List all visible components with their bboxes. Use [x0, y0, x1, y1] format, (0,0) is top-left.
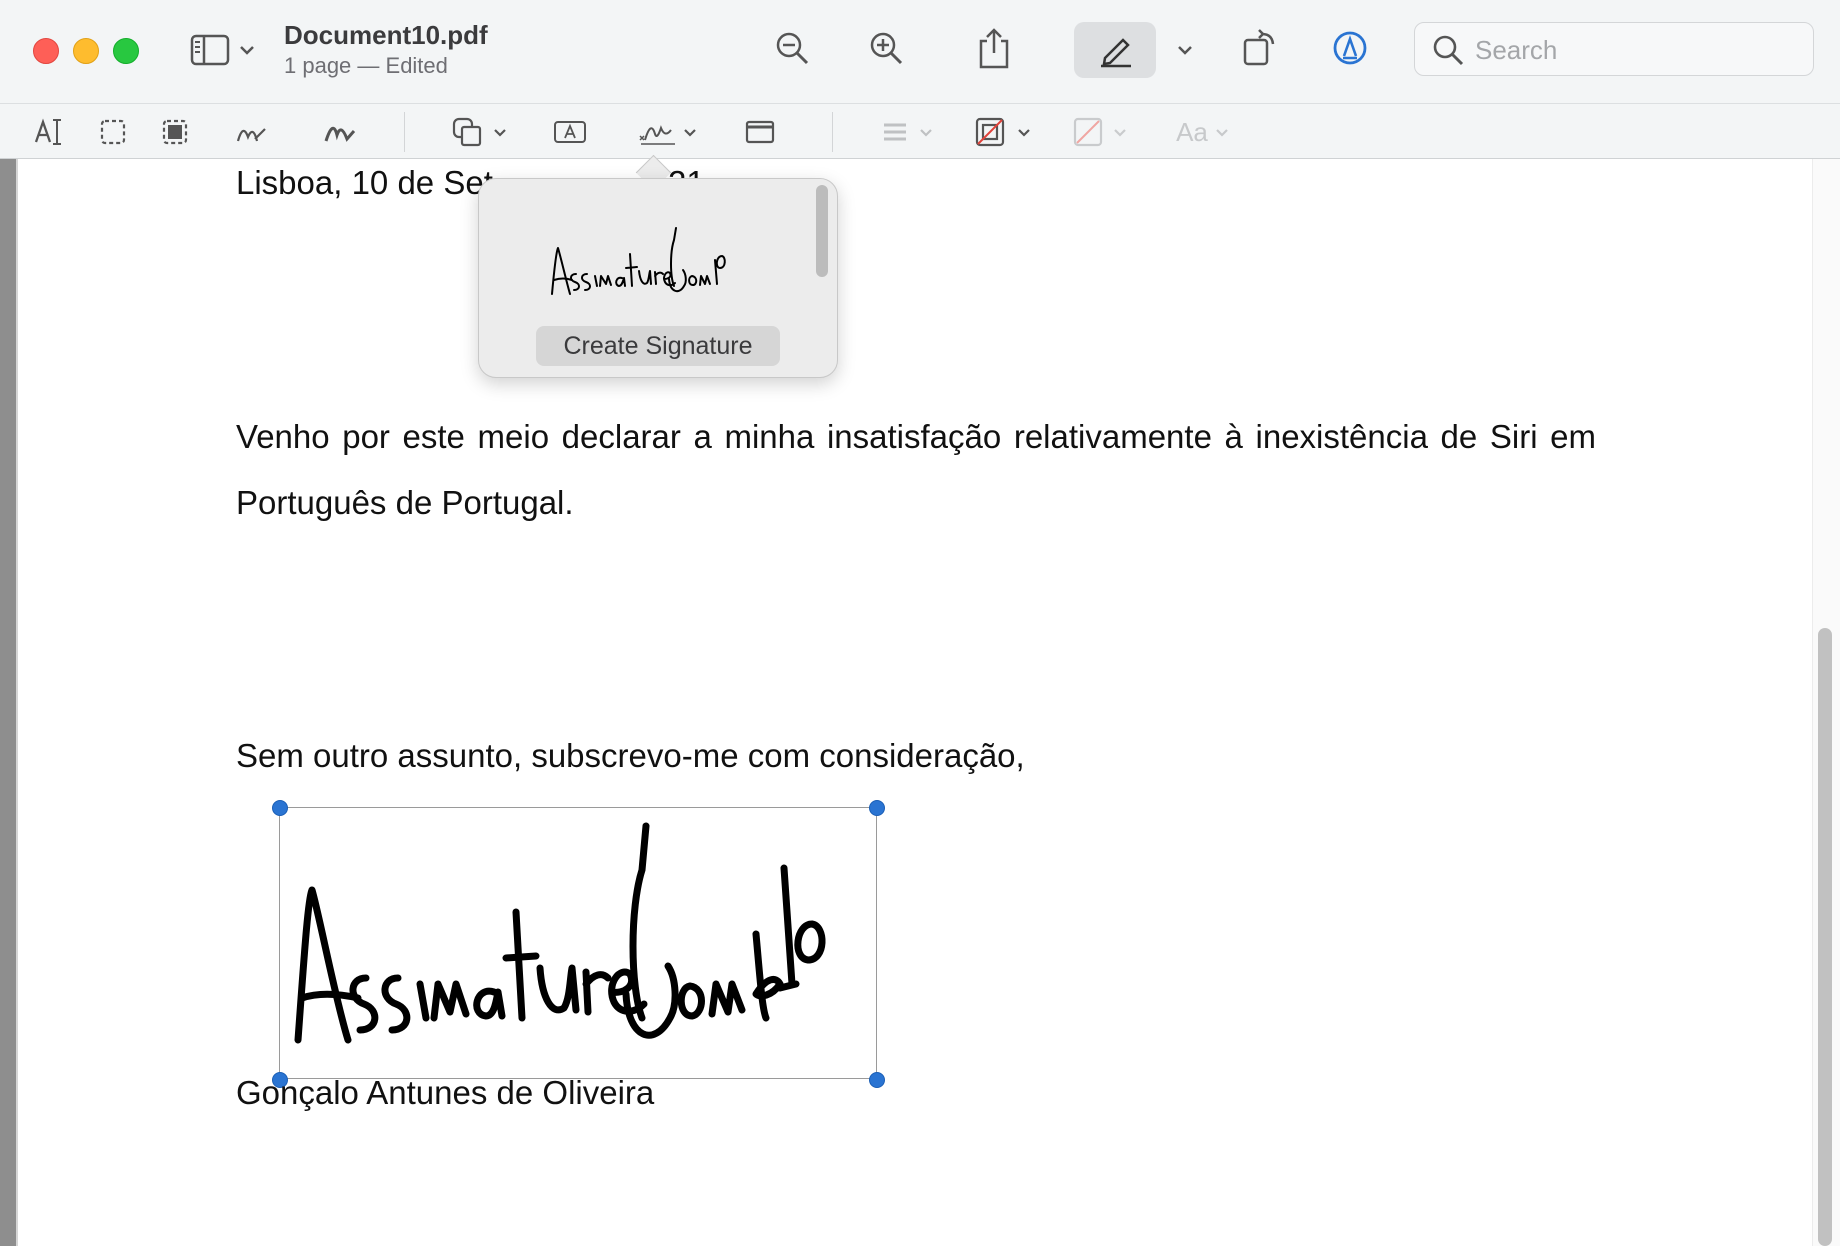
chevron-down-icon[interactable]	[236, 40, 258, 60]
markup-pen-icon	[1096, 29, 1136, 69]
markup-chevron-icon[interactable]	[1174, 40, 1196, 60]
search-icon	[1431, 33, 1465, 67]
search-field[interactable]	[1414, 22, 1814, 76]
create-signature-button[interactable]: Create Signature	[536, 326, 780, 366]
share-icon[interactable]	[974, 26, 1014, 70]
zoom-window-button[interactable]	[113, 38, 139, 64]
annotate-icon[interactable]	[1330, 28, 1370, 68]
body-paragraph-line-1: Venho por este meio declarar a minha ins…	[236, 418, 1596, 455]
popover-scrollbar[interactable]	[816, 185, 828, 277]
text-style-icon: Aa	[1176, 116, 1208, 147]
draw-icon[interactable]	[322, 114, 358, 150]
date-line-left: Lisboa, 10 de Set	[236, 164, 493, 201]
closing-line: Sem outro assunto, subscrevo-me com cons…	[236, 737, 1025, 774]
window-left-edge	[0, 159, 16, 1246]
document-subtitle: 1 page — Edited	[284, 53, 448, 78]
body-paragraph-line-2: Português de Portugal.	[236, 484, 574, 521]
sketch-icon[interactable]	[234, 114, 270, 150]
resize-handle-top-right[interactable]	[869, 800, 885, 816]
close-window-button[interactable]	[33, 38, 59, 64]
note-icon[interactable]	[742, 114, 778, 150]
toolbar-separator	[404, 112, 405, 152]
text-style-chevron-icon	[1212, 124, 1232, 140]
scrollbar-thumb[interactable]	[1818, 628, 1832, 1246]
fill-color-icon	[1070, 114, 1106, 150]
fill-color-chevron-icon	[1110, 124, 1130, 140]
shapes-chevron-icon[interactable]	[490, 124, 510, 140]
border-color-icon[interactable]	[972, 114, 1008, 150]
minimize-window-button[interactable]	[73, 38, 99, 64]
handwritten-signature	[294, 822, 826, 1044]
instant-alpha-icon[interactable]	[158, 114, 192, 150]
text-box-icon[interactable]	[552, 114, 588, 150]
rotate-icon[interactable]	[1238, 26, 1282, 70]
shapes-icon[interactable]	[450, 114, 486, 150]
zoom-in-icon[interactable]	[866, 28, 906, 68]
sidebar-icon[interactable]	[190, 32, 230, 68]
resize-handle-bottom-right[interactable]	[869, 1072, 885, 1088]
signature-icon[interactable]	[636, 114, 680, 150]
signature-chevron-icon[interactable]	[680, 124, 700, 140]
saved-signature-thumbnail[interactable]	[546, 222, 726, 302]
signatory-name: Gonçalo Antunes de Oliveira	[236, 1074, 655, 1111]
page-left-border	[16, 159, 18, 1246]
resize-handle-top-left[interactable]	[272, 800, 288, 816]
rectangular-selection-icon[interactable]	[96, 114, 130, 150]
toolbar-separator	[832, 112, 833, 152]
shape-style-chevron-icon	[916, 124, 936, 140]
text-selection-icon[interactable]	[32, 114, 66, 150]
shape-style-icon	[878, 114, 912, 150]
signature-annotation[interactable]	[279, 807, 877, 1079]
border-color-chevron-icon[interactable]	[1014, 124, 1034, 140]
document-title: Document10.pdf	[284, 20, 488, 50]
zoom-out-icon[interactable]	[772, 28, 812, 68]
search-input[interactable]	[1473, 33, 1797, 67]
